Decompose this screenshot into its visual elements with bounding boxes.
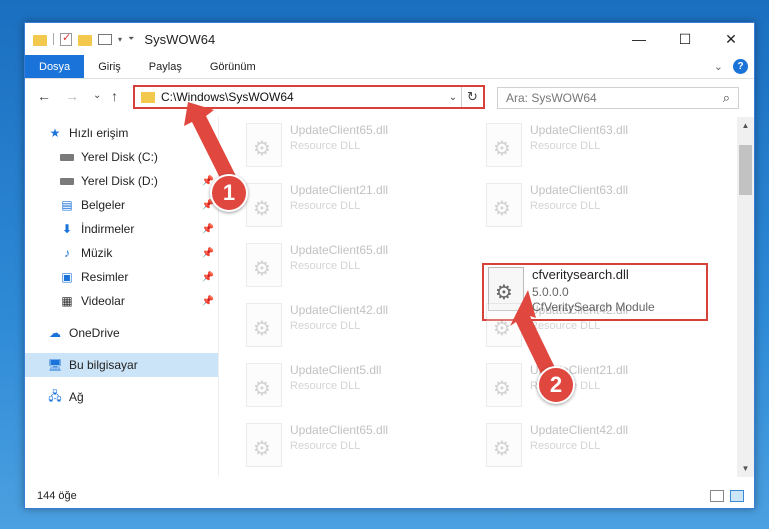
step-2-badge: 2 (537, 366, 575, 404)
step-1-badge: 1 (210, 174, 248, 212)
annotation-overlay (184, 102, 560, 384)
